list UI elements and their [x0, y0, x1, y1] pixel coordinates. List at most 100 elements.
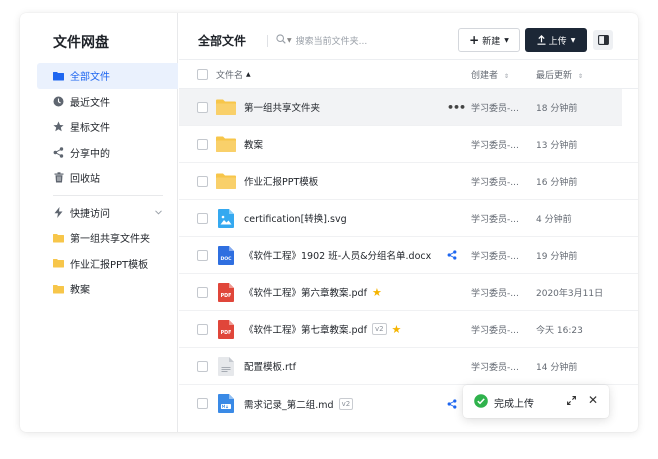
file-updated: 13 分钟前: [536, 140, 578, 151]
sidebar-divider: [53, 194, 163, 196]
file-name-cell[interactable]: 需求记录_第二组.md v2: [216, 394, 354, 414]
folder-icon: [216, 171, 236, 191]
file-name: 作业汇报PPT模板: [244, 177, 319, 188]
sidebar-item-all-files[interactable]: 全部文件: [37, 63, 178, 89]
table-row[interactable]: PDF 《软件工程》第六章教案.pdf ★ 学习委员-... 2020年3月11…: [179, 274, 638, 311]
file-name: 需求记录_第二组.md: [244, 399, 334, 411]
file-name-cell[interactable]: 第一组共享文件夹: [216, 97, 320, 117]
file-updated: 16 分钟前: [536, 177, 578, 188]
sort-up-icon: ▲: [246, 70, 251, 78]
toggle-panel-button[interactable]: [593, 30, 613, 50]
upload-button-label: 上传: [548, 36, 567, 47]
sidebar-panel-icon: [597, 35, 609, 45]
file-updated: 18 分钟前: [536, 103, 578, 114]
folder-icon: [53, 283, 64, 294]
quick-access-label: 第一组共享文件夹: [70, 234, 150, 246]
table-row[interactable]: 配置模板.rtf 学习委员-... 14 分钟前: [179, 348, 638, 385]
clock-icon: [53, 96, 64, 107]
share-icon: [53, 147, 64, 158]
search-box[interactable]: ▼ 搜索当前文件夹...: [267, 34, 367, 47]
file-creator: 学习委员-...: [471, 362, 519, 373]
search-input[interactable]: 搜索当前文件夹...: [296, 34, 368, 47]
select-all-checkbox[interactable]: [197, 69, 208, 80]
file-name-cell[interactable]: PDF 《软件工程》第七章教案.pdf v2 ★: [216, 319, 401, 339]
lightning-icon: [53, 206, 64, 218]
check-circle-icon: [474, 394, 488, 408]
file-name: certification[转换].svg: [244, 214, 347, 225]
column-creator-header[interactable]: 创建者 ⇕: [471, 68, 509, 81]
row-checkbox[interactable]: [197, 101, 208, 113]
file-updated: 4 分钟前: [536, 214, 572, 225]
quick-access-header[interactable]: 快捷访问: [37, 200, 178, 226]
new-button[interactable]: + 新建 ▼: [458, 28, 520, 52]
page-title: 全部文件: [198, 34, 247, 48]
file-updated: 2020年3月11日: [536, 288, 604, 299]
chevron-down-icon[interactable]: ▼: [287, 37, 292, 44]
file-name: 第一组共享文件夹: [244, 103, 321, 114]
quick-access-label: 作业汇报PPT模板: [70, 259, 149, 271]
toast-message: 完成上传: [494, 399, 534, 410]
quick-access-item[interactable]: 第一组共享文件夹: [37, 225, 178, 251]
sidebar-item-label: 全部文件: [70, 72, 110, 84]
file-name-cell[interactable]: 教案: [216, 134, 263, 154]
row-checkbox[interactable]: [197, 212, 208, 224]
table-row[interactable]: DOC 《软件工程》1902 班-人员&分组名单.docx 学习委员-... 1…: [179, 237, 638, 274]
chevron-down-icon: ▼: [504, 36, 509, 44]
chevron-down-icon[interactable]: [155, 207, 162, 218]
column-updated-header[interactable]: 最后更新 ⇕: [536, 68, 583, 81]
sidebar-item-label: 回收站: [70, 174, 100, 186]
doc-file-icon: DOC: [216, 245, 236, 265]
more-options-icon[interactable]: •••: [447, 101, 466, 114]
row-checkbox[interactable]: [197, 286, 208, 298]
row-checkbox[interactable]: [197, 398, 208, 409]
file-creator: 学习委员-...: [471, 288, 519, 299]
row-checkbox[interactable]: [197, 138, 208, 150]
file-creator: 学习委员-...: [471, 251, 519, 262]
upload-button[interactable]: 上传 ▼: [525, 28, 587, 52]
folder-icon: [53, 232, 64, 243]
table-row[interactable]: PDF 《软件工程》第七章教案.pdf v2 ★ 学习委员-... 今天 16:…: [179, 311, 638, 348]
file-updated: 今天 16:23: [536, 325, 583, 336]
pdf-icon-label: PDF: [221, 330, 232, 336]
star-icon[interactable]: ★: [392, 323, 402, 336]
column-name-header[interactable]: 文件名 ▲: [216, 68, 251, 81]
quick-access-label: 教案: [70, 285, 90, 297]
pdf-file-icon: PDF: [216, 319, 236, 339]
row-checkbox[interactable]: [197, 175, 208, 187]
star-icon: [53, 121, 64, 132]
row-checkbox[interactable]: [197, 360, 208, 372]
sidebar-nav: 全部文件 最近文件 星标文件 分享中的 回收站 快捷访问 第一组共享文件夹 作业…: [37, 63, 178, 302]
search-icon[interactable]: [276, 34, 286, 47]
file-name-cell[interactable]: certification[转换].svg: [216, 208, 347, 228]
shared-link-icon[interactable]: [447, 398, 457, 409]
star-icon[interactable]: ★: [372, 286, 382, 299]
sidebar-item-trash[interactable]: 回收站: [37, 165, 178, 191]
table-row[interactable]: 教案 学习委员-... 13 分钟前: [179, 126, 638, 163]
file-name-cell[interactable]: DOC 《软件工程》1902 班-人员&分组名单.docx: [216, 245, 431, 265]
pdf-file-icon: PDF: [216, 282, 236, 302]
sidebar-item-starred[interactable]: 星标文件: [37, 114, 178, 140]
file-name-cell[interactable]: PDF 《软件工程》第六章教案.pdf ★: [216, 282, 382, 302]
quick-access-item[interactable]: 作业汇报PPT模板: [37, 251, 178, 277]
close-icon[interactable]: ✕: [588, 393, 598, 407]
sidebar-item-shared[interactable]: 分享中的: [37, 140, 178, 166]
row-checkbox[interactable]: [197, 249, 208, 261]
sidebar-item-label: 分享中的: [70, 148, 110, 160]
file-updated: 19 分钟前: [536, 251, 578, 262]
table-row[interactable]: 作业汇报PPT模板 学习委员-... 16 分钟前: [179, 163, 638, 200]
table-row[interactable]: certification[转换].svg 学习委员-... 4 分钟前: [179, 200, 638, 237]
row-checkbox[interactable]: [197, 323, 208, 335]
sidebar-item-recent[interactable]: 最近文件: [37, 89, 178, 115]
sort-icon: ⇕: [577, 72, 583, 80]
expand-icon[interactable]: [567, 396, 576, 405]
table-row[interactable]: 第一组共享文件夹 ••• 学习委员-... 18 分钟前: [179, 89, 622, 126]
file-name-cell[interactable]: 作业汇报PPT模板: [216, 171, 318, 191]
file-updated: 14 分钟前: [536, 362, 578, 373]
file-name: 教案: [244, 140, 264, 151]
shared-link-icon[interactable]: [447, 250, 457, 260]
toolbar: 全部文件 ▼ 搜索当前文件夹... + 新建 ▼ 上传 ▼: [179, 13, 638, 59]
markdown-file-icon: [216, 394, 236, 414]
quick-access-item[interactable]: 教案: [37, 276, 178, 302]
file-list: 第一组共享文件夹 ••• 学习委员-... 18 分钟前 教案 学习委员-...…: [179, 89, 638, 422]
file-name-cell[interactable]: 配置模板.rtf: [216, 356, 296, 376]
